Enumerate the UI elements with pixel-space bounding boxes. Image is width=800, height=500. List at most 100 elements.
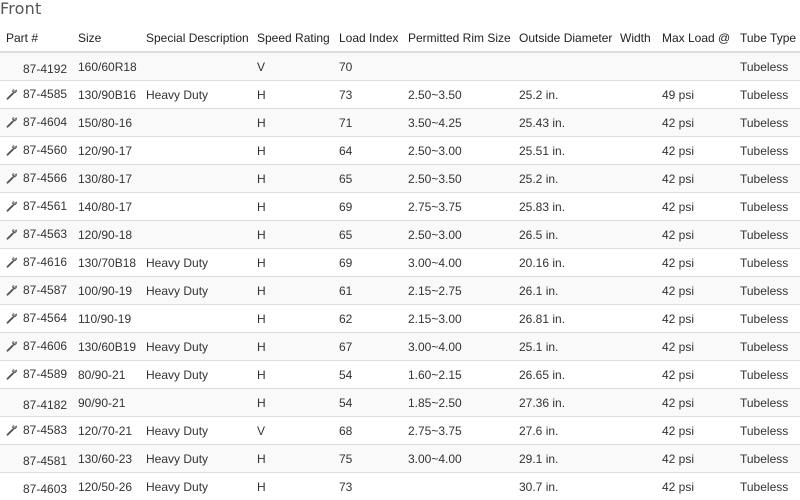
speed-rating-cell: H <box>257 445 339 473</box>
table-row: 87-4564 110/90-19 H 62 2.15~3.00 26.81 i… <box>0 305 800 333</box>
table-row: 87-4616 130/70B18 Heavy Duty H 69 3.00~4… <box>0 249 800 277</box>
wrench-icon[interactable] <box>6 340 18 352</box>
table-row: 87-4583 120/70-21 Heavy Duty V 68 2.75~3… <box>0 417 800 445</box>
load-index-cell: 62 <box>339 305 408 333</box>
size-cell: 130/80-17 <box>78 165 146 193</box>
column-header-speed-rating[interactable]: Speed Rating <box>257 24 339 52</box>
wrench-icon[interactable] <box>6 368 18 380</box>
part-number-link[interactable]: 87-4583 <box>23 423 67 437</box>
wrench-icon[interactable] <box>6 312 18 324</box>
column-header-max-load[interactable]: Max Load @ <box>662 24 740 52</box>
max-load-cell: 49 psi <box>662 81 740 109</box>
part-number-link[interactable]: 87-4616 <box>23 255 67 269</box>
max-load-cell: 42 psi <box>662 109 740 137</box>
column-header-part[interactable]: Part # <box>0 24 78 52</box>
part-number-cell: 87-4182 <box>0 389 78 417</box>
part-number-link[interactable]: 87-4587 <box>23 283 67 297</box>
outside-diameter-cell: 27.36 in. <box>519 389 620 417</box>
outside-diameter-cell <box>519 52 620 81</box>
special-description-cell <box>146 221 257 249</box>
tube-type-cell: Tubeless <box>740 52 800 81</box>
rim-size-cell: 2.15~3.00 <box>408 305 519 333</box>
part-number-link[interactable]: 87-4581 <box>23 454 67 468</box>
part-number-cell: 87-4566 <box>0 165 78 193</box>
max-load-cell: 42 psi <box>662 165 740 193</box>
part-number-link[interactable]: 87-4606 <box>23 339 67 353</box>
wrench-icon[interactable] <box>6 256 18 268</box>
table-header-row: Part # Size Special Description Speed Ra… <box>0 24 800 52</box>
size-cell: 100/90-19 <box>78 277 146 305</box>
part-number-cell: 87-4603 <box>0 473 78 500</box>
wrench-icon[interactable] <box>6 88 18 100</box>
width-cell <box>620 109 662 137</box>
speed-rating-cell: H <box>257 81 339 109</box>
column-header-outside-diameter[interactable]: Outside Diameter <box>519 24 620 52</box>
size-cell: 120/50-26 <box>78 473 146 500</box>
size-cell: 120/70-21 <box>78 417 146 445</box>
rim-size-cell: 2.75~3.75 <box>408 193 519 221</box>
speed-rating-cell: H <box>257 137 339 165</box>
wrench-icon[interactable] <box>6 424 18 436</box>
table-row: 87-4585 130/90B16 Heavy Duty H 73 2.50~3… <box>0 81 800 109</box>
special-description-cell: Heavy Duty <box>146 445 257 473</box>
speed-rating-cell: H <box>257 333 339 361</box>
width-cell <box>620 221 662 249</box>
tube-type-cell: Tubeless <box>740 417 800 445</box>
width-cell <box>620 165 662 193</box>
part-number-cell: 87-4563 <box>0 221 78 249</box>
column-header-permitted-rim-size[interactable]: Permitted Rim Size <box>408 24 519 52</box>
part-number-link[interactable]: 87-4564 <box>23 311 67 325</box>
part-number-link[interactable]: 87-4566 <box>23 171 67 185</box>
part-number-link[interactable]: 87-4604 <box>23 115 67 129</box>
part-number-link[interactable]: 87-4182 <box>23 398 67 412</box>
part-number-cell: 87-4564 <box>0 305 78 333</box>
speed-rating-cell: H <box>257 249 339 277</box>
load-index-cell: 70 <box>339 52 408 81</box>
load-index-cell: 75 <box>339 445 408 473</box>
column-header-load-index[interactable]: Load Index <box>339 24 408 52</box>
part-number-link[interactable]: 87-4192 <box>23 62 67 76</box>
part-number-link[interactable]: 87-4603 <box>23 482 67 496</box>
load-index-cell: 65 <box>339 221 408 249</box>
rim-size-cell: 2.50~3.00 <box>408 221 519 249</box>
load-index-cell: 69 <box>339 249 408 277</box>
part-number-link[interactable]: 87-4563 <box>23 227 67 241</box>
column-header-tube-type[interactable]: Tube Type <box>740 24 800 52</box>
special-description-cell: Heavy Duty <box>146 417 257 445</box>
width-cell <box>620 417 662 445</box>
load-index-cell: 69 <box>339 193 408 221</box>
speed-rating-cell: H <box>257 305 339 333</box>
tube-type-cell: Tubeless <box>740 221 800 249</box>
tube-type-cell: Tubeless <box>740 305 800 333</box>
load-index-cell: 73 <box>339 81 408 109</box>
part-number-link[interactable]: 87-4589 <box>23 367 67 381</box>
table-row: 87-4563 120/90-18 H 65 2.50~3.00 26.5 in… <box>0 221 800 249</box>
special-description-cell <box>146 137 257 165</box>
width-cell <box>620 137 662 165</box>
tire-spec-table: Part # Size Special Description Speed Ra… <box>0 24 800 500</box>
wrench-icon[interactable] <box>6 284 18 296</box>
column-header-width[interactable]: Width <box>620 24 662 52</box>
wrench-icon[interactable] <box>6 116 18 128</box>
tube-type-cell: Tubeless <box>740 81 800 109</box>
part-number-link[interactable]: 87-4585 <box>23 87 67 101</box>
tube-type-cell: Tubeless <box>740 193 800 221</box>
size-cell: 160/60R18 <box>78 52 146 81</box>
part-number-link[interactable]: 87-4561 <box>23 199 67 213</box>
max-load-cell: 42 psi <box>662 137 740 165</box>
wrench-icon[interactable] <box>6 200 18 212</box>
load-index-cell: 54 <box>339 361 408 389</box>
part-number-cell: 87-4192 <box>0 52 78 81</box>
part-number-cell: 87-4604 <box>0 109 78 137</box>
column-header-special-description[interactable]: Special Description <box>146 24 257 52</box>
wrench-icon[interactable] <box>6 172 18 184</box>
rim-size-cell: 3.00~4.00 <box>408 249 519 277</box>
special-description-cell: Heavy Duty <box>146 361 257 389</box>
wrench-icon[interactable] <box>6 144 18 156</box>
wrench-icon[interactable] <box>6 228 18 240</box>
column-header-size[interactable]: Size <box>78 24 146 52</box>
load-index-cell: 67 <box>339 333 408 361</box>
outside-diameter-cell: 25.43 in. <box>519 109 620 137</box>
tube-type-cell: Tubeless <box>740 473 800 500</box>
part-number-link[interactable]: 87-4560 <box>23 143 67 157</box>
